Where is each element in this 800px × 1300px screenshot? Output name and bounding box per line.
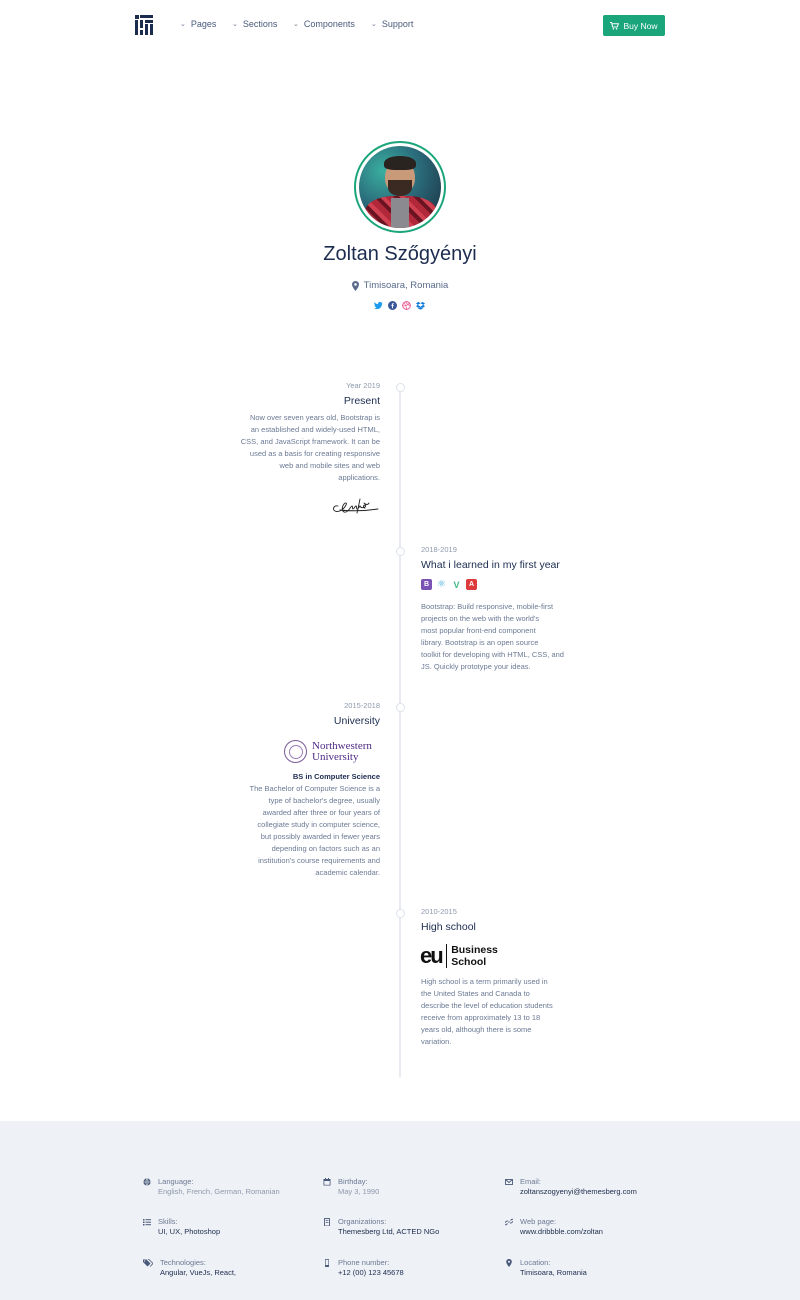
birthday-label: Birthday: <box>338 1177 368 1186</box>
nav-components[interactable]: ⌄ Components <box>293 19 355 29</box>
profile-details-footer: Language: English, French, German, Roman… <box>0 1121 800 1300</box>
phone-value[interactable]: +12 (00) 123 45678 <box>338 1268 404 1277</box>
northwestern-logo: Northwestern University <box>284 740 372 763</box>
angular-icon: A <box>466 579 477 590</box>
entry-year: 2015-2018 <box>344 701 380 710</box>
language-value: English, French, German, Romanian <box>158 1187 280 1196</box>
entry-title: University <box>333 715 380 727</box>
timeline-entry-high-school: 2010-2015 High school <box>421 907 581 933</box>
technologies-value: Angular, VueJs, React, <box>160 1268 237 1277</box>
dropbox-icon[interactable] <box>416 301 425 310</box>
info-language: Language: English, French, German, Roman… <box>143 1177 280 1196</box>
tags-icon <box>143 1259 153 1267</box>
link-icon <box>505 1218 513 1226</box>
social-links <box>374 301 425 310</box>
entry-title: Present <box>343 395 380 407</box>
tech-icons: B ⚛ V A <box>421 579 477 590</box>
timeline-line <box>399 389 401 1077</box>
organizations-value: Themesberg Ltd, ACTED NGo <box>338 1227 440 1236</box>
info-phone: Phone number: +12 (00) 123 45678 <box>323 1258 404 1277</box>
timeline-dot <box>395 383 405 392</box>
entry-title: High school <box>421 921 476 933</box>
mobile-phone-icon <box>325 1259 329 1267</box>
eu-business-school-logo: eu Business School <box>420 943 498 968</box>
nav-components-label: Components <box>303 19 355 29</box>
email-label: Email: <box>520 1177 541 1186</box>
entry-year: Year 2019 <box>346 381 380 390</box>
chevron-down-icon: ⌄ <box>293 21 299 28</box>
technologies-label: Technologies: <box>160 1258 206 1267</box>
info-birthday: Birthday: May 3, 1990 <box>323 1177 379 1196</box>
chevron-down-icon: ⌄ <box>232 21 238 28</box>
nav-support[interactable]: ⌄ Support <box>371 19 413 29</box>
entry-description: High school is a term primarily used in … <box>421 977 553 1046</box>
info-web-page: Web page: www.dribbble.com/zoltan <box>505 1217 603 1236</box>
vue-icon: V <box>453 579 460 590</box>
navbar: ⌄ Pages ⌄ Sections ⌄ Components ⌄ Suppor… <box>0 0 800 52</box>
globe-icon <box>143 1178 151 1186</box>
location-label: Location: <box>520 1258 551 1267</box>
nav-sections[interactable]: ⌄ Sections <box>232 19 277 29</box>
info-location: Location: Timisoara, Romania <box>505 1258 587 1277</box>
info-email: Email: zoltanszogyenyi@themesberg.com <box>505 1177 637 1196</box>
timeline-dot <box>395 547 405 556</box>
avatar-photo <box>359 146 441 228</box>
nav-pages[interactable]: ⌄ Pages <box>180 19 216 29</box>
profile-name: Zoltan Szőgyényi <box>323 243 477 265</box>
info-technologies: Technologies: Angular, VueJs, React, <box>143 1258 236 1277</box>
react-icon: ⚛ <box>437 579 446 590</box>
buy-now-button[interactable]: Buy Now <box>603 15 665 36</box>
entry-description: The Bachelor of Computer Science is a ty… <box>249 784 380 877</box>
profile-avatar <box>354 141 446 233</box>
buy-now-label: Buy Now <box>623 20 658 31</box>
envelope-icon <box>505 1179 513 1185</box>
phone-label: Phone number: <box>338 1258 390 1267</box>
entry-description: Bootstrap: Build responsive, mobile-firs… <box>421 602 564 671</box>
email-link[interactable]: zoltanszogyenyi@themesberg.com <box>520 1187 637 1196</box>
timeline-dot <box>395 703 405 712</box>
map-pin-icon <box>351 280 359 291</box>
map-pin-icon <box>506 1259 512 1267</box>
nav-support-label: Support <box>381 19 414 29</box>
language-label: Language: <box>158 1177 194 1186</box>
calendar-icon <box>323 1178 331 1186</box>
skills-value: UI, UX, Photoshop <box>158 1227 221 1236</box>
organizations-label: Organizations: <box>338 1217 387 1226</box>
nav-pages-label: Pages <box>190 19 217 29</box>
web-page-label: Web page: <box>520 1217 557 1226</box>
twitter-icon[interactable] <box>374 301 383 310</box>
entry-title: What i learned in my first year <box>421 559 560 571</box>
university-seal-icon <box>284 740 307 763</box>
cart-icon <box>610 21 620 30</box>
timeline-entry-university: 2015-2018 University <box>220 701 380 727</box>
timeline-entry-present: Year 2019 Present Now over seven years o… <box>220 381 380 484</box>
entry-description: Now over seven years old, Bootstrap is a… <box>240 413 380 482</box>
degree-title: BS in Computer Science <box>292 772 380 781</box>
web-page-link[interactable]: www.dribbble.com/zoltan <box>520 1227 603 1236</box>
dribbble-icon[interactable] <box>402 301 411 310</box>
nav-sections-label: Sections <box>242 19 278 29</box>
chevron-down-icon: ⌄ <box>180 21 186 28</box>
brand-logo-icon[interactable] <box>135 15 153 35</box>
entry-year: 2010-2015 <box>421 907 457 916</box>
info-organizations: Organizations: Themesberg Ltd, ACTED NGo <box>323 1217 439 1236</box>
signature-image <box>333 498 379 514</box>
timeline-dot <box>395 909 405 918</box>
list-icon <box>143 1219 151 1226</box>
info-skills: Skills: UI, UX, Photoshop <box>143 1217 220 1236</box>
profile-location: Timisoara, Romania <box>0 280 800 291</box>
skills-label: Skills: <box>158 1217 178 1226</box>
timeline-entry-first-year: 2018-2019 What i learned in my first yea… <box>421 545 581 571</box>
location-text: Timisoara, Romania <box>363 280 449 291</box>
bootstrap-icon: B <box>421 579 432 590</box>
location-value: Timisoara, Romania <box>520 1268 587 1277</box>
entry-year: 2018-2019 <box>421 545 457 554</box>
facebook-icon[interactable] <box>388 301 397 310</box>
chevron-down-icon: ⌄ <box>371 21 377 28</box>
building-icon <box>324 1218 330 1226</box>
birthday-value: May 3, 1990 <box>338 1187 380 1196</box>
